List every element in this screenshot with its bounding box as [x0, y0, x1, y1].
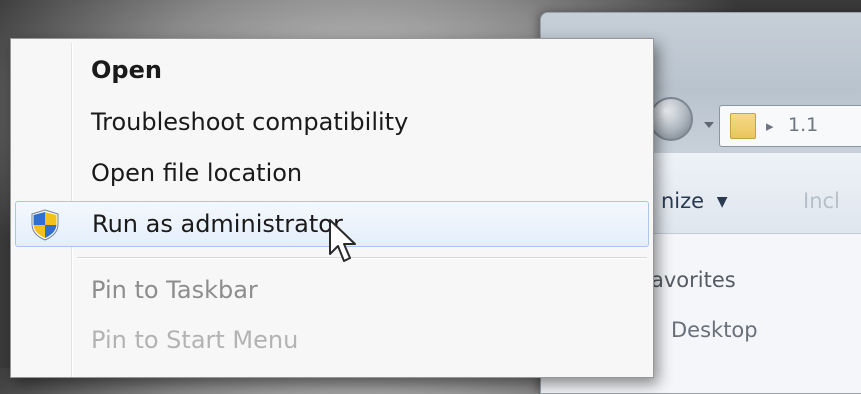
folder-icon	[730, 113, 756, 139]
menu-item-open-file-location[interactable]: Open file location	[15, 150, 649, 196]
address-bar[interactable]: ▸ 1.1	[719, 105, 861, 147]
menu-item-label: Open file location	[91, 159, 303, 187]
menu-item-label: Run as administrator	[92, 210, 343, 238]
back-button[interactable]	[649, 97, 693, 141]
recent-pages-dropdown-icon[interactable]	[704, 122, 714, 128]
menu-item-pin-to-taskbar[interactable]: Pin to Taskbar	[15, 267, 649, 313]
menu-item-open[interactable]: Open	[15, 47, 649, 93]
menu-item-label: Troubleshoot compatibility	[91, 108, 409, 136]
context-menu: Open Troubleshoot compatibility Open fil…	[10, 38, 654, 378]
include-in-library-button[interactable]: Incl	[803, 189, 840, 213]
uac-shield-icon	[31, 209, 59, 241]
nav-favorites[interactable]: avorites	[651, 268, 736, 292]
breadcrumb-text[interactable]: 1.1	[788, 114, 818, 136]
organize-button[interactable]: nize ▼	[661, 189, 728, 213]
menu-item-pin-to-start-menu[interactable]: Pin to Start Menu	[15, 317, 649, 363]
breadcrumb-arrow-icon[interactable]: ▸	[766, 117, 774, 135]
menu-separator	[77, 257, 647, 259]
menu-item-label: Pin to Start Menu	[91, 326, 299, 354]
mouse-pointer-icon	[329, 219, 356, 262]
menu-item-troubleshoot-compatibility[interactable]: Troubleshoot compatibility	[15, 99, 649, 145]
menu-item-label: Open	[91, 56, 162, 84]
menu-item-label: Pin to Taskbar	[91, 276, 258, 304]
organize-label: nize	[661, 189, 705, 213]
nav-desktop[interactable]: Desktop	[671, 318, 758, 342]
chevron-down-icon: ▼	[716, 194, 728, 210]
